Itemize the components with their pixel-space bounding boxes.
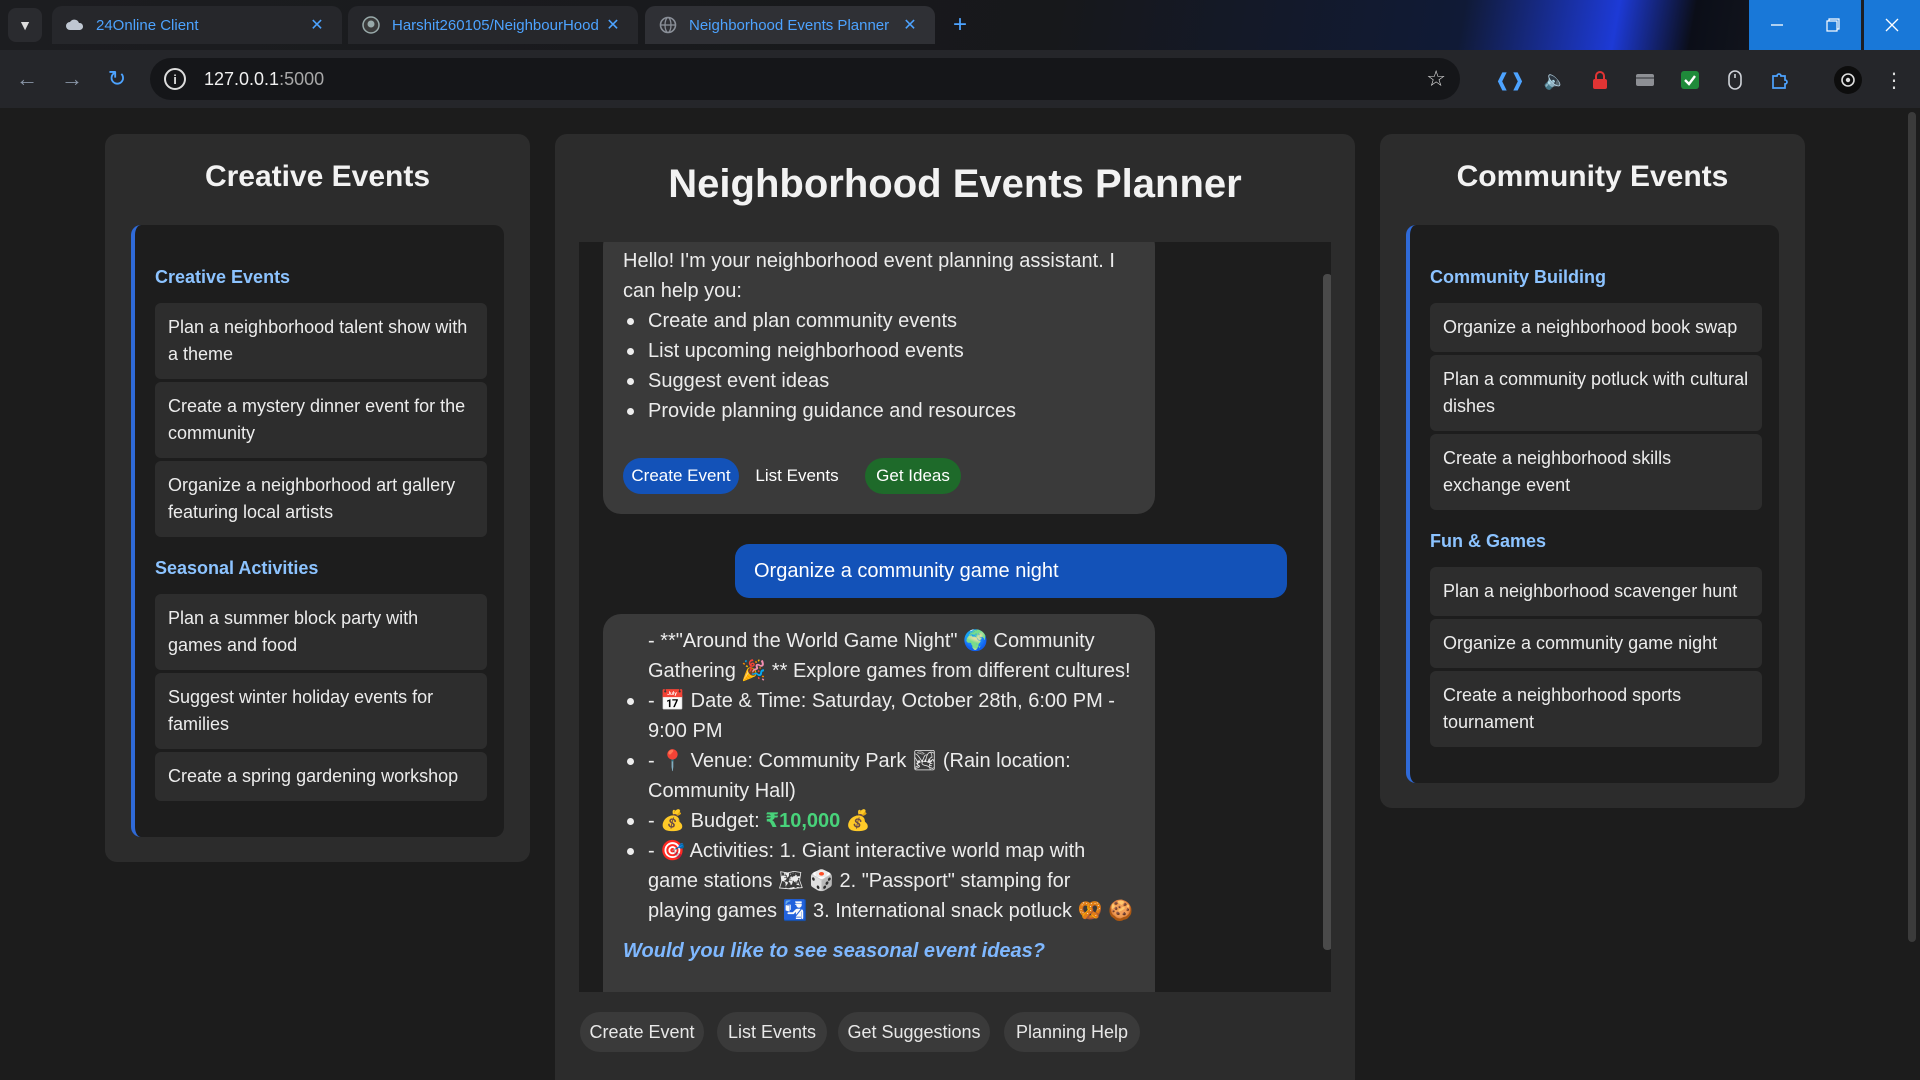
suggestion-item[interactable]: Organize a community game night [1430,619,1762,668]
close-icon[interactable]: ✕ [602,15,624,35]
tab-strip: ▼ 24Online Client ✕ Harshit260105/Neighb… [0,0,1920,50]
section-title: Community Building [1430,267,1606,287]
get-ideas-chip[interactable]: Get Ideas [865,458,961,494]
info-icon[interactable]: i [164,68,186,90]
event-date: - 📅 Date & Time: Saturday, October 28th,… [623,686,1135,746]
suggestion-item[interactable]: Organize a neighborhood art gallery feat… [155,461,487,537]
list-item: Provide planning guidance and resources [623,396,1135,426]
list-item: Create and plan community events [623,306,1135,336]
event-header: - **"Around the World Game Night" 🌍 Comm… [648,630,1131,682]
checkmark-extension-icon[interactable] [1678,68,1702,92]
event-budget: - 💰 Budget: ₹10,000 💰 [623,806,1135,836]
extensions-puzzle-icon[interactable] [1768,68,1792,92]
kebab-menu-icon[interactable]: ⋮ [1882,68,1906,92]
list-events-chip[interactable]: List Events [749,458,845,494]
tab-github[interactable]: Harshit260105/NeighbourHood ✕ [348,6,638,44]
budget-value: ₹10,000 [765,810,841,832]
user-message: Organize a community game night [735,544,1287,598]
suggestion-item[interactable]: Plan a summer block party with games and… [155,594,487,670]
read-aloud-icon[interactable]: ❰❱ [1495,68,1525,92]
mouse-icon[interactable] [1723,68,1747,92]
tab-events-planner[interactable]: Neighborhood Events Planner ✕ [645,6,935,44]
globe-icon [659,16,677,34]
bookmark-star-icon[interactable]: ☆ [1426,66,1446,92]
tab-search-button[interactable]: ▼ [8,8,42,42]
event-activities: - 🎯 Activities: 1. Giant interactive wor… [623,836,1135,926]
back-button[interactable]: ← [12,64,42,94]
profile-avatar-icon[interactable] [1834,66,1862,94]
community-events-panel: Community Events Community Building Orga… [1380,134,1805,808]
list-item: Suggest event ideas [623,366,1135,396]
suggestion-item[interactable]: Suggest winter holiday events for famili… [155,673,487,749]
page-scrollbar[interactable] [1908,112,1916,942]
url-text: 127.0.0.1:5000 [204,68,325,89]
close-icon[interactable]: ✕ [899,15,921,35]
wallet-icon[interactable] [1633,68,1657,92]
create-event-chip[interactable]: Create Event [623,458,739,494]
volume-icon[interactable]: 🔈 [1543,68,1567,92]
event-venue: - 📍 Venue: Community Park 🏞 (Rain locati… [623,746,1135,806]
chat-messages[interactable]: Hello! I'm your neighborhood event plann… [579,242,1331,992]
suggestion-item[interactable]: Create a spring gardening workshop [155,752,487,801]
browser-toolbar: ← → ↻ i 127.0.0.1:5000 ☆ ❰❱ 🔈 ⋮ [0,50,1920,108]
message-text: Hello! I'm your neighborhood event plann… [623,250,1115,302]
section-title: Creative Events [155,267,291,287]
list-events-button[interactable]: List Events [717,1012,827,1052]
panel-title: Community Events [1456,160,1729,193]
panel-title: Creative Events [204,160,431,193]
suggestion-item[interactable]: Create a mystery dinner event for the co… [155,382,487,458]
suggestion-item[interactable]: Plan a neighborhood scavenger hunt [1430,567,1762,616]
planning-help-button[interactable]: Planning Help [1004,1012,1140,1052]
suggestion-item[interactable]: Organize a neighborhood book swap [1430,303,1762,352]
assistant-message: - **"Around the World Game Night" 🌍 Comm… [603,614,1155,992]
new-tab-button[interactable]: + [945,12,975,40]
community-events-list: Community Building Organize a neighborho… [1406,225,1779,783]
suggestion-item[interactable]: Create a neighborhood sports tournament [1430,671,1762,747]
event-details-list: - 📅 Date & Time: Saturday, October 28th,… [623,686,1135,926]
address-bar[interactable]: i 127.0.0.1:5000 ☆ [150,58,1460,100]
close-icon[interactable]: ✕ [306,15,328,35]
suggestion-item[interactable]: Plan a neighborhood talent show with a t… [155,303,487,379]
chevron-down-icon: ▼ [18,17,32,33]
restore-button[interactable] [1805,0,1861,50]
chat-panel: Neighborhood Events Planner Hello! I'm y… [555,134,1355,1080]
section-title: Fun & Games [1430,531,1547,551]
minimize-button[interactable] [1749,0,1805,50]
close-window-button[interactable] [1864,0,1920,50]
tab-title: Neighborhood Events Planner [689,16,890,34]
tab-title: 24Online Client [96,16,199,34]
tab-24online[interactable]: 24Online Client ✕ [52,6,342,44]
reload-button[interactable]: ↻ [102,64,132,94]
list-item: List upcoming neighborhood events [623,336,1135,366]
capabilities-list: Create and plan community events List up… [623,306,1135,426]
create-event-button[interactable]: Create Event [580,1012,704,1052]
chat-scrollbar[interactable] [1323,274,1331,950]
page-title: Neighborhood Events Planner [668,162,1242,206]
suggestion-item[interactable]: Create a neighborhood skills exchange ev… [1430,434,1762,510]
lock-extension-icon[interactable] [1588,68,1612,92]
assistant-message: Hello! I'm your neighborhood event plann… [603,242,1155,514]
suggestion-item[interactable]: Plan a community potluck with cultural d… [1430,355,1762,431]
section-title: Seasonal Activities [155,558,319,578]
creative-events-panel: Creative Events Creative Events Plan a n… [105,134,530,862]
tab-title: Harshit260105/NeighbourHood [392,16,599,34]
followup-question[interactable]: Would you like to see seasonal event ide… [623,936,1135,966]
forward-button[interactable]: → [57,64,87,94]
get-suggestions-button[interactable]: Get Suggestions [838,1012,990,1052]
cloud-icon [66,16,84,34]
creative-events-list: Creative Events Plan a neighborhood tale… [131,225,504,837]
github-icon [362,16,380,34]
